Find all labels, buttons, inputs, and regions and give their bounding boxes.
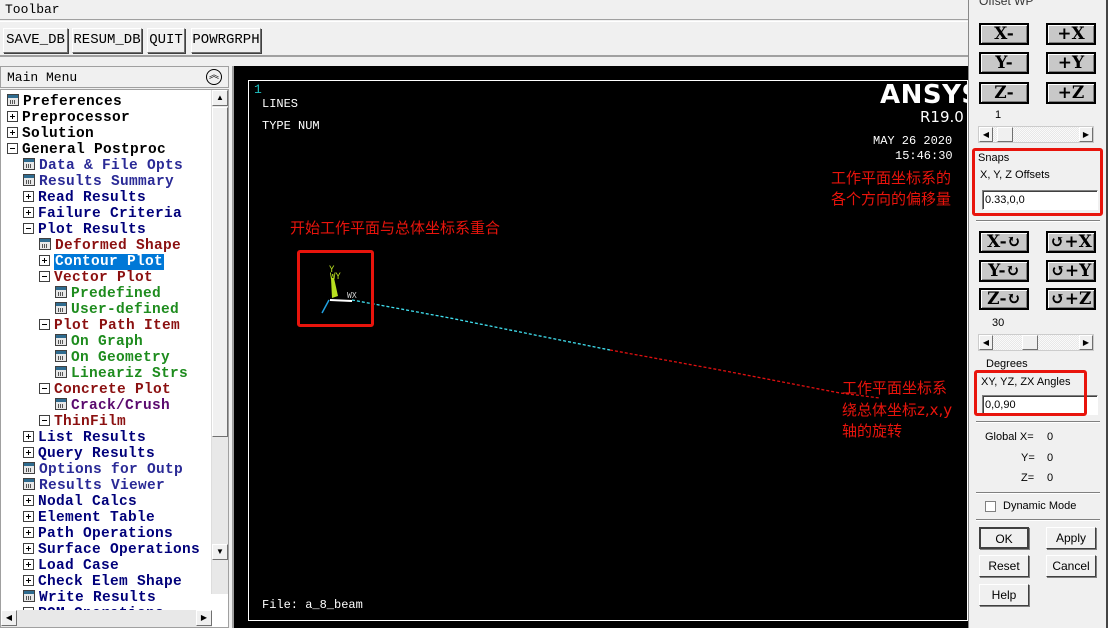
model-view: Y WY WX [321,265,881,399]
slider-right-arrow-icon[interactable]: ▶ [1079,127,1093,142]
offset-annotation-line1: 工作平面坐标系的 [831,169,952,187]
offset-z-minus-button[interactable]: Z- [979,82,1029,104]
apply-button[interactable]: Apply [1046,527,1096,549]
rotation-annotation-line2: 绕总体坐标z,x,y [842,401,953,419]
model-line-red [609,349,881,399]
angles-highlight-box [974,370,1087,416]
rotation-annotation-line3: 轴的旋转 [842,422,903,440]
slider-right-arrow-icon[interactable]: ▶ [1079,335,1093,350]
triad-highlight-box [297,250,374,327]
global-y-value: 0 [1047,452,1054,464]
cancel-button[interactable]: Cancel [1046,555,1096,577]
global-x-label: Global X= [985,431,1034,443]
slider-left-arrow-icon[interactable]: ◀ [979,127,993,142]
offsets-highlight-box [972,148,1103,216]
angle-step-value: 30 [992,317,1005,329]
origin-annotation: 开始工作平面与总体坐标系重合 [290,219,501,237]
model-line-cyan [351,299,611,351]
rotate-y-plus-button[interactable]: ↺+Y [1046,260,1096,282]
help-button[interactable]: Help [979,584,1029,606]
separator [976,421,1100,423]
offset-y-plus-button[interactable]: +Y [1046,52,1096,74]
global-y-label: Y= [1021,452,1035,464]
separator [976,519,1100,521]
rotate-x-minus-button[interactable]: X-↻ [979,231,1029,253]
offset-y-minus-button[interactable]: Y- [979,52,1029,74]
dialog-title: Offset WP [979,0,1034,8]
global-x-value: 0 [1047,431,1054,443]
degrees-label: Degrees [986,358,1028,370]
global-z-label: Z= [1021,472,1035,484]
reset-button[interactable]: Reset [979,555,1029,577]
offset-step-slider[interactable]: ◀ ▶ [978,126,1094,143]
rotate-y-minus-button[interactable]: Y-↻ [979,260,1029,282]
offset-step-value: 1 [995,109,1002,121]
offset-z-plus-button[interactable]: +Z [1046,82,1096,104]
separator [976,492,1100,494]
offset-x-plus-button[interactable]: +X [1046,23,1096,45]
slider-thumb[interactable] [1021,335,1038,350]
offset-annotation-line2: 各个方向的偏移量 [831,190,952,208]
offset-x-minus-button[interactable]: X- [979,23,1029,45]
rotate-z-minus-button[interactable]: Z-↻ [979,288,1029,310]
angle-step-slider[interactable]: ◀ ▶ [978,334,1094,351]
separator [976,220,1100,222]
global-z-value: 0 [1047,472,1054,484]
slider-left-arrow-icon[interactable]: ◀ [979,335,993,350]
dynamic-mode-label: Dynamic Mode [1003,500,1077,512]
rotate-z-plus-button[interactable]: ↺+Z [1046,288,1096,310]
dynamic-mode-checkbox[interactable] [985,501,996,512]
rotation-annotation-line1: 工作平面坐标系 [842,379,948,397]
ok-button[interactable]: OK [979,527,1029,549]
slider-thumb[interactable] [996,127,1013,142]
rotate-x-plus-button[interactable]: ↺+X [1046,231,1096,253]
